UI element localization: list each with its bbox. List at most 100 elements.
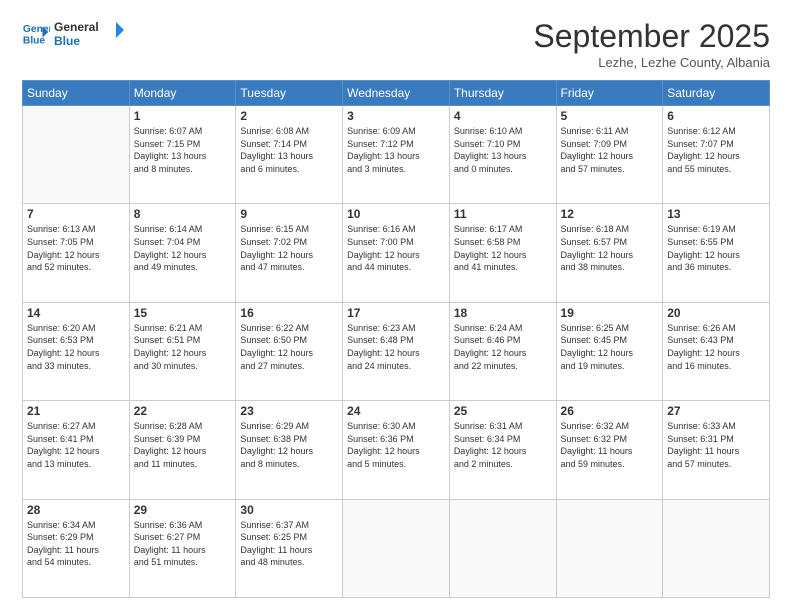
day-info: Sunrise: 6:29 AMSunset: 6:38 PMDaylight:… bbox=[240, 420, 338, 470]
calendar-cell: 6Sunrise: 6:12 AMSunset: 7:07 PMDaylight… bbox=[663, 106, 770, 204]
calendar-cell: 24 Sunrise: 6:30 AMSunset: 6:36 PMDayligh… bbox=[343, 401, 450, 499]
calendar-cell: 1Sunrise: 6:07 AMSunset: 7:15 PMDaylight… bbox=[129, 106, 236, 204]
day-info: Sunrise: 6:34 AMSunset: 6:29 PMDaylight:… bbox=[27, 519, 125, 569]
day-info: Sunrise: 6:15 AMSunset: 7:02 PMDaylight:… bbox=[240, 223, 338, 273]
svg-text:Blue: Blue bbox=[54, 34, 80, 48]
day-number: 15 bbox=[134, 306, 232, 320]
day-number: 19 bbox=[561, 306, 659, 320]
calendar-cell: 15 Sunrise: 6:21 AMSunset: 6:51 PMDayligh… bbox=[129, 302, 236, 400]
calendar-cell: 16Sunrise: 6:22 AMSunset: 6:50 PMDayligh… bbox=[236, 302, 343, 400]
day-number: 30 bbox=[240, 503, 338, 517]
day-info: Sunrise: 6:30 AMSunset: 6:36 PMDaylight:… bbox=[347, 420, 445, 470]
day-number: 10 bbox=[347, 207, 445, 221]
day-number: 28 bbox=[27, 503, 125, 517]
logo-icon: General Blue bbox=[22, 19, 50, 47]
calendar-cell: 7 Sunrise: 6:13 AMSunset: 7:05 PMDaylight… bbox=[23, 204, 130, 302]
week-row-1: 7 Sunrise: 6:13 AMSunset: 7:05 PMDaylight… bbox=[23, 204, 770, 302]
calendar-cell: 26 Sunrise: 6:32 AMSunset: 6:32 PMDayligh… bbox=[556, 401, 663, 499]
day-info: Sunrise: 6:24 AMSunset: 6:46 PMDaylight:… bbox=[454, 322, 552, 372]
calendar-cell: 21Sunrise: 6:27 AMSunset: 6:41 PMDayligh… bbox=[23, 401, 130, 499]
day-number: 25 bbox=[454, 404, 552, 418]
page: General Blue General Blue September 2025… bbox=[0, 0, 792, 612]
day-number: 23 bbox=[240, 404, 338, 418]
day-info: Sunrise: 6:22 AMSunset: 6:50 PMDaylight:… bbox=[240, 322, 338, 372]
day-info: Sunrise: 6:16 AMSunset: 7:00 PMDaylight:… bbox=[347, 223, 445, 273]
day-info: Sunrise: 6:09 AMSunset: 7:12 PMDaylight:… bbox=[347, 125, 445, 175]
col-tuesday: Tuesday bbox=[236, 81, 343, 106]
day-info: Sunrise: 6:27 AMSunset: 6:41 PMDaylight:… bbox=[27, 420, 125, 470]
day-number: 9 bbox=[240, 207, 338, 221]
calendar-cell bbox=[663, 499, 770, 597]
day-info: Sunrise: 6:21 AMSunset: 6:51 PMDaylight:… bbox=[134, 322, 232, 372]
week-row-0: 1Sunrise: 6:07 AMSunset: 7:15 PMDaylight… bbox=[23, 106, 770, 204]
day-info: Sunrise: 6:18 AMSunset: 6:57 PMDaylight:… bbox=[561, 223, 659, 273]
day-number: 8 bbox=[134, 207, 232, 221]
title-block: September 2025 Lezhe, Lezhe County, Alba… bbox=[533, 18, 770, 70]
col-monday: Monday bbox=[129, 81, 236, 106]
day-info: Sunrise: 6:23 AMSunset: 6:48 PMDaylight:… bbox=[347, 322, 445, 372]
calendar-cell: 12 Sunrise: 6:18 AMSunset: 6:57 PMDayligh… bbox=[556, 204, 663, 302]
day-number: 27 bbox=[667, 404, 765, 418]
calendar-cell: 19Sunrise: 6:25 AMSunset: 6:45 PMDayligh… bbox=[556, 302, 663, 400]
day-number: 11 bbox=[454, 207, 552, 221]
day-info: Sunrise: 6:08 AMSunset: 7:14 PMDaylight:… bbox=[240, 125, 338, 175]
day-number: 12 bbox=[561, 207, 659, 221]
day-info: Sunrise: 6:28 AMSunset: 6:39 PMDaylight:… bbox=[134, 420, 232, 470]
calendar-cell bbox=[23, 106, 130, 204]
day-info: Sunrise: 6:10 AMSunset: 7:10 PMDaylight:… bbox=[454, 125, 552, 175]
day-number: 14 bbox=[27, 306, 125, 320]
day-info: Sunrise: 6:32 AMSunset: 6:32 PMDaylight:… bbox=[561, 420, 659, 470]
col-friday: Friday bbox=[556, 81, 663, 106]
calendar-cell: 18 Sunrise: 6:24 AMSunset: 6:46 PMDayligh… bbox=[449, 302, 556, 400]
svg-text:General: General bbox=[54, 20, 99, 34]
svg-text:Blue: Blue bbox=[23, 35, 46, 46]
day-number: 1 bbox=[134, 109, 232, 123]
calendar-cell: 22 Sunrise: 6:28 AMSunset: 6:39 PMDayligh… bbox=[129, 401, 236, 499]
col-thursday: Thursday bbox=[449, 81, 556, 106]
header-row: Sunday Monday Tuesday Wednesday Thursday… bbox=[23, 81, 770, 106]
week-row-4: 28 Sunrise: 6:34 AMSunset: 6:29 PMDayligh… bbox=[23, 499, 770, 597]
day-number: 22 bbox=[134, 404, 232, 418]
calendar-cell: 28 Sunrise: 6:34 AMSunset: 6:29 PMDayligh… bbox=[23, 499, 130, 597]
day-info: Sunrise: 6:31 AMSunset: 6:34 PMDaylight:… bbox=[454, 420, 552, 470]
day-number: 20 bbox=[667, 306, 765, 320]
day-info: Sunrise: 6:33 AMSunset: 6:31 PMDaylight:… bbox=[667, 420, 765, 470]
calendar-cell: 8 Sunrise: 6:14 AMSunset: 7:04 PMDaylight… bbox=[129, 204, 236, 302]
day-info: Sunrise: 6:11 AMSunset: 7:09 PMDaylight:… bbox=[561, 125, 659, 175]
week-row-3: 21Sunrise: 6:27 AMSunset: 6:41 PMDayligh… bbox=[23, 401, 770, 499]
subtitle: Lezhe, Lezhe County, Albania bbox=[533, 55, 770, 70]
calendar-cell: 25 Sunrise: 6:31 AMSunset: 6:34 PMDayligh… bbox=[449, 401, 556, 499]
day-info: Sunrise: 6:36 AMSunset: 6:27 PMDaylight:… bbox=[134, 519, 232, 569]
logo-svg: General Blue bbox=[54, 18, 124, 48]
day-number: 4 bbox=[454, 109, 552, 123]
calendar-cell: 3Sunrise: 6:09 AMSunset: 7:12 PMDaylight… bbox=[343, 106, 450, 204]
day-info: Sunrise: 6:14 AMSunset: 7:04 PMDaylight:… bbox=[134, 223, 232, 273]
calendar-cell: 2Sunrise: 6:08 AMSunset: 7:14 PMDaylight… bbox=[236, 106, 343, 204]
day-number: 13 bbox=[667, 207, 765, 221]
day-info: Sunrise: 6:19 AMSunset: 6:55 PMDaylight:… bbox=[667, 223, 765, 273]
calendar-cell: 17 Sunrise: 6:23 AMSunset: 6:48 PMDayligh… bbox=[343, 302, 450, 400]
calendar-cell: 4 Sunrise: 6:10 AMSunset: 7:10 PMDaylight… bbox=[449, 106, 556, 204]
day-info: Sunrise: 6:17 AMSunset: 6:58 PMDaylight:… bbox=[454, 223, 552, 273]
week-row-2: 14 Sunrise: 6:20 AMSunset: 6:53 PMDayligh… bbox=[23, 302, 770, 400]
calendar-cell: 10 Sunrise: 6:16 AMSunset: 7:00 PMDayligh… bbox=[343, 204, 450, 302]
calendar-cell: 9 Sunrise: 6:15 AMSunset: 7:02 PMDaylight… bbox=[236, 204, 343, 302]
calendar-table: Sunday Monday Tuesday Wednesday Thursday… bbox=[22, 80, 770, 598]
day-number: 29 bbox=[134, 503, 232, 517]
logo: General Blue General Blue bbox=[22, 18, 124, 48]
calendar-cell: 13 Sunrise: 6:19 AMSunset: 6:55 PMDayligh… bbox=[663, 204, 770, 302]
day-number: 18 bbox=[454, 306, 552, 320]
calendar-cell bbox=[556, 499, 663, 597]
calendar-cell bbox=[343, 499, 450, 597]
calendar-cell: 11 Sunrise: 6:17 AMSunset: 6:58 PMDayligh… bbox=[449, 204, 556, 302]
day-number: 26 bbox=[561, 404, 659, 418]
day-number: 7 bbox=[27, 207, 125, 221]
day-number: 24 bbox=[347, 404, 445, 418]
header: General Blue General Blue September 2025… bbox=[22, 18, 770, 70]
day-info: Sunrise: 6:20 AMSunset: 6:53 PMDaylight:… bbox=[27, 322, 125, 372]
day-info: Sunrise: 6:37 AMSunset: 6:25 PMDaylight:… bbox=[240, 519, 338, 569]
col-wednesday: Wednesday bbox=[343, 81, 450, 106]
day-info: Sunrise: 6:13 AMSunset: 7:05 PMDaylight:… bbox=[27, 223, 125, 273]
day-number: 17 bbox=[347, 306, 445, 320]
day-info: Sunrise: 6:12 AMSunset: 7:07 PMDaylight:… bbox=[667, 125, 765, 175]
